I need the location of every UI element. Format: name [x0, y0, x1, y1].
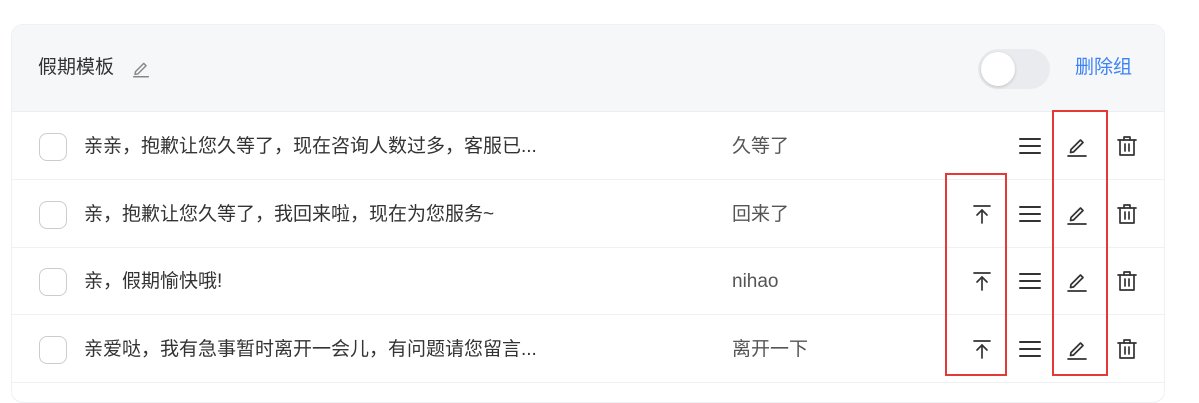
pencil-icon[interactable] — [1064, 268, 1090, 294]
drag-menu-icon[interactable] — [1017, 268, 1043, 294]
template-row: 亲，抱歉让您久等了，我回来啦，现在为您服务~ 回来了 — [12, 180, 1164, 248]
row-message: 亲，假期愉快哦! — [84, 271, 223, 292]
row-checkbox[interactable] — [39, 201, 67, 229]
trash-icon[interactable] — [1114, 268, 1140, 294]
row-message: 亲爱哒，我有急事暂时离开一会儿，有问题请您留言... — [84, 339, 537, 360]
group-header: 假期模板 删除组 — [12, 25, 1164, 112]
trash-icon[interactable] — [1114, 201, 1140, 227]
row-message: 亲亲，抱歉让您久等了，现在咨询人数过多，客服已... — [84, 136, 537, 157]
template-row: 亲亲，抱歉让您久等了，现在咨询人数过多，客服已... 久等了 — [12, 112, 1164, 180]
pencil-icon[interactable] — [1064, 201, 1090, 227]
group-title: 假期模板 — [38, 57, 115, 78]
drag-menu-icon[interactable] — [1017, 336, 1043, 362]
row-checkbox[interactable] — [39, 336, 67, 364]
trash-icon[interactable] — [1114, 133, 1140, 159]
pin-to-top-icon[interactable] — [969, 336, 995, 362]
template-row: 亲爱哒，我有急事暂时离开一会儿，有问题请您留言... 离开一下 — [12, 315, 1164, 383]
row-message: 亲，抱歉让您久等了，我回来啦，现在为您服务~ — [84, 204, 495, 225]
row-tag: 回来了 — [732, 204, 790, 225]
row-checkbox[interactable] — [39, 268, 67, 296]
row-checkbox[interactable] — [39, 133, 67, 161]
trash-icon[interactable] — [1114, 336, 1140, 362]
pin-to-top-icon[interactable] — [969, 268, 995, 294]
pin-to-top-icon[interactable] — [969, 201, 995, 227]
delete-group-button[interactable]: 删除组 — [1075, 56, 1132, 80]
pencil-icon[interactable] — [1064, 133, 1090, 159]
template-row: 亲，假期愉快哦! nihao — [12, 247, 1164, 315]
toggle-knob — [981, 52, 1015, 86]
row-tag: 离开一下 — [732, 339, 809, 360]
pencil-icon[interactable] — [1064, 336, 1090, 362]
pencil-icon[interactable] — [130, 57, 152, 79]
drag-menu-icon[interactable] — [1017, 133, 1043, 159]
drag-menu-icon[interactable] — [1017, 201, 1043, 227]
template-group-card: 假期模板 删除组 亲亲，抱歉让您久等了，现在咨询人数过多，客服已... 久等了 … — [11, 24, 1165, 403]
row-tag: 久等了 — [732, 136, 790, 157]
row-tag: nihao — [732, 271, 779, 292]
group-enable-toggle[interactable] — [978, 49, 1050, 89]
